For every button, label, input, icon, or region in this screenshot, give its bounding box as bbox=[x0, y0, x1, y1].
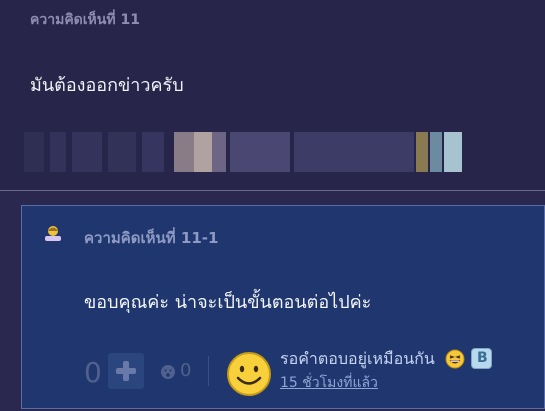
emoji-count: 0 bbox=[180, 360, 192, 381]
laugh-emoji-icon bbox=[445, 349, 465, 369]
reply-11-1: ความคิดเห็นที่ 11-1 ขอบคุณค่ะ น่าจะเป็นข… bbox=[21, 205, 545, 409]
divider bbox=[0, 190, 545, 191]
emoji-icon[interactable] bbox=[160, 364, 176, 380]
vote-count: 0 bbox=[84, 356, 102, 389]
separator bbox=[208, 356, 209, 386]
comment-11: ความคิดเห็นที่ 11 มันต้องออกข่าวครับ bbox=[0, 0, 545, 190]
comment-number: ความคิดเห็นที่ 11 bbox=[30, 12, 140, 28]
user-icon bbox=[45, 226, 61, 241]
blurred-content bbox=[24, 132, 474, 172]
comment-text: มันต้องออกข่าวครับ bbox=[30, 75, 184, 96]
vote-plus-button[interactable] bbox=[108, 353, 144, 389]
b-badge-icon: B bbox=[471, 348, 492, 369]
author-reaction-text: รอคำตอบอยู่เหมือนกัน bbox=[280, 349, 435, 368]
reply-text: ขอบคุณค่ะ น่าจะเป็นขั้นตอนต่อไปค่ะ bbox=[84, 292, 372, 313]
timestamp-link[interactable]: 15 ชั่วโมงที่แล้ว bbox=[280, 372, 378, 394]
smiley-avatar-icon[interactable] bbox=[226, 351, 272, 397]
reply-number: ความคิดเห็นที่ 11-1 bbox=[84, 229, 219, 247]
